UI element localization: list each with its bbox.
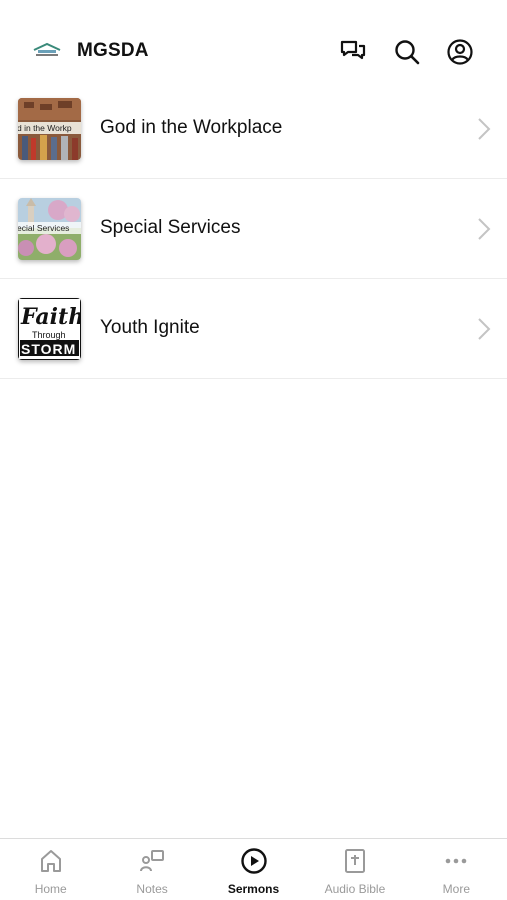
series-thumbnail: Faith Through STORM xyxy=(18,298,81,360)
tab-home[interactable]: Home xyxy=(0,839,101,900)
svg-text:Faith: Faith xyxy=(20,304,81,330)
series-thumbnail: d in the Workp xyxy=(18,98,81,160)
search-icon[interactable] xyxy=(393,38,421,66)
home-icon xyxy=(37,847,65,875)
church-logo-icon xyxy=(30,40,64,60)
tab-sermons[interactable]: Sermons xyxy=(203,839,304,900)
series-thumbnail: ecial Services xyxy=(18,198,81,260)
app-title: MGSDA xyxy=(77,40,149,61)
series-title: God in the Workplace xyxy=(100,117,283,138)
play-icon xyxy=(240,847,268,875)
app-header: MGSDA xyxy=(0,0,507,88)
series-row-special-services[interactable]: ecial Services Special Services xyxy=(0,179,507,279)
bible-icon xyxy=(341,847,369,875)
tab-label: Sermons xyxy=(227,882,280,896)
tab-label: Home xyxy=(34,882,67,896)
series-title: Special Services xyxy=(100,217,241,238)
chevron-right-icon xyxy=(477,117,491,141)
bottom-tab-bar: Home Notes Sermons Audio Bible More xyxy=(0,838,507,900)
notes-icon xyxy=(138,847,166,875)
tab-label: Notes xyxy=(136,882,168,896)
tab-label: Audio Bible xyxy=(324,882,386,896)
tab-more[interactable]: More xyxy=(406,839,507,900)
more-icon xyxy=(442,847,470,875)
svg-text:Through: Through xyxy=(32,330,66,340)
chevron-right-icon xyxy=(477,317,491,341)
tab-notes[interactable]: Notes xyxy=(101,839,202,900)
series-title: Youth Ignite xyxy=(100,317,200,338)
tab-audio-bible[interactable]: Audio Bible xyxy=(304,839,405,900)
series-row-god-in-the-workplace[interactable]: d in the Workp God in the Workplace xyxy=(0,79,507,179)
tab-label: More xyxy=(442,882,470,896)
svg-text:d in the Workp: d in the Workp xyxy=(18,123,72,133)
svg-text:ecial Services: ecial Services xyxy=(18,223,69,233)
series-row-youth-ignite[interactable]: Faith Through STORM Youth Ignite xyxy=(0,279,507,379)
sermon-series-list: d in the Workp God in the Workplace ecia… xyxy=(0,79,507,379)
chevron-right-icon xyxy=(477,217,491,241)
svg-text:STORM: STORM xyxy=(21,341,76,357)
account-icon[interactable] xyxy=(446,38,474,66)
chat-icon[interactable] xyxy=(339,38,367,66)
